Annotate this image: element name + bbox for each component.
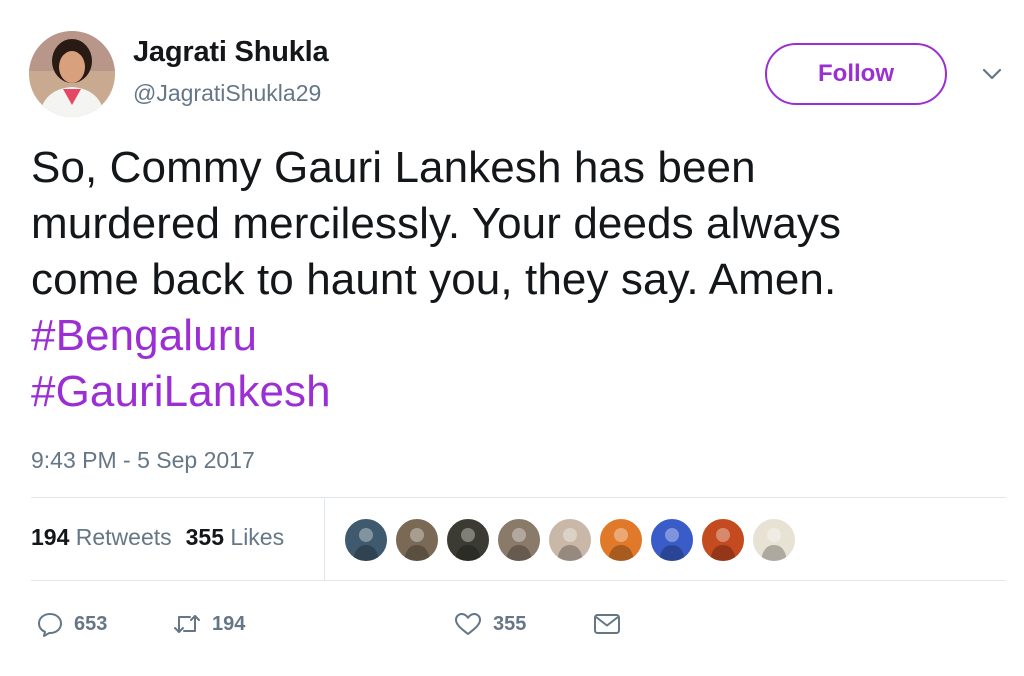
tweet-text: So, Commy Gauri Lankesh has been murdere… — [31, 140, 991, 420]
liker-avatar-2[interactable] — [395, 518, 439, 562]
avatar[interactable] — [29, 31, 115, 117]
avatar-person-icon — [659, 528, 685, 561]
tweet-card: Jagrati Shukla @JagratiShukla29 Follow S… — [0, 0, 1024, 676]
tweet-text-line: come back to haunt you, they say. Amen. — [31, 255, 837, 304]
avatar-person-icon — [608, 528, 634, 561]
likes-stat[interactable]: 355 Likes — [186, 524, 284, 550]
likes-count: 355 — [185, 524, 225, 550]
liker-avatar-8[interactable] — [701, 518, 745, 562]
profile-photo-icon — [29, 31, 115, 117]
tweet-timestamp[interactable]: 9:43 PM - 5 Sep 2017 — [31, 447, 255, 474]
liker-avatar-5[interactable] — [548, 518, 592, 562]
avatar-person-icon — [710, 528, 736, 561]
reply-button[interactable]: 653 — [36, 606, 107, 642]
retweet-icon — [174, 615, 200, 633]
liker-avatar-6[interactable] — [599, 518, 643, 562]
avatar-person-icon — [557, 528, 583, 561]
heart-icon — [455, 613, 481, 635]
more-menu-button[interactable] — [978, 62, 1006, 86]
liker-avatar-3[interactable] — [446, 518, 490, 562]
envelope-icon — [594, 614, 620, 634]
hashtag-link[interactable]: #GauriLankesh — [31, 364, 991, 420]
retweet-count: 194 — [212, 612, 246, 635]
divider — [31, 580, 1006, 581]
likes-label: Likes — [230, 524, 285, 550]
divider — [31, 497, 1006, 498]
reply-icon — [38, 613, 62, 637]
display-name[interactable]: Jagrati Shukla — [133, 36, 329, 69]
avatar-person-icon — [455, 528, 481, 561]
tweet-stats: 194 Retweets 355 Likes — [31, 524, 284, 551]
avatar-person-icon — [353, 528, 379, 561]
retweets-stat[interactable]: 194 Retweets — [31, 524, 172, 550]
tweet-text-line: murdered mercilessly. Your deeds always — [31, 199, 842, 248]
liker-avatar-4[interactable] — [497, 518, 541, 562]
hashtag-link[interactable]: #Bengaluru — [31, 308, 991, 364]
avatar-person-icon — [506, 528, 532, 561]
retweet-button[interactable]: 194 — [172, 606, 245, 642]
chevron-down-icon — [982, 68, 1002, 80]
avatar-person-icon — [761, 528, 787, 561]
like-button[interactable]: 355 — [453, 606, 526, 642]
avatar-person-icon — [404, 528, 430, 561]
liker-avatar-7[interactable] — [650, 518, 694, 562]
retweets-label: Retweets — [75, 524, 172, 550]
retweets-count: 194 — [31, 524, 70, 550]
reply-count: 653 — [74, 612, 108, 635]
tweet-text-line: So, Commy Gauri Lankesh has been — [31, 143, 756, 192]
liker-avatar-1[interactable] — [344, 518, 388, 562]
liker-avatar-9[interactable] — [752, 518, 796, 562]
stats-separator — [324, 498, 325, 580]
follow-button[interactable]: Follow — [765, 43, 947, 105]
user-handle[interactable]: @JagratiShukla29 — [133, 80, 321, 107]
like-count: 355 — [493, 612, 527, 635]
direct-message-button[interactable] — [592, 606, 622, 642]
